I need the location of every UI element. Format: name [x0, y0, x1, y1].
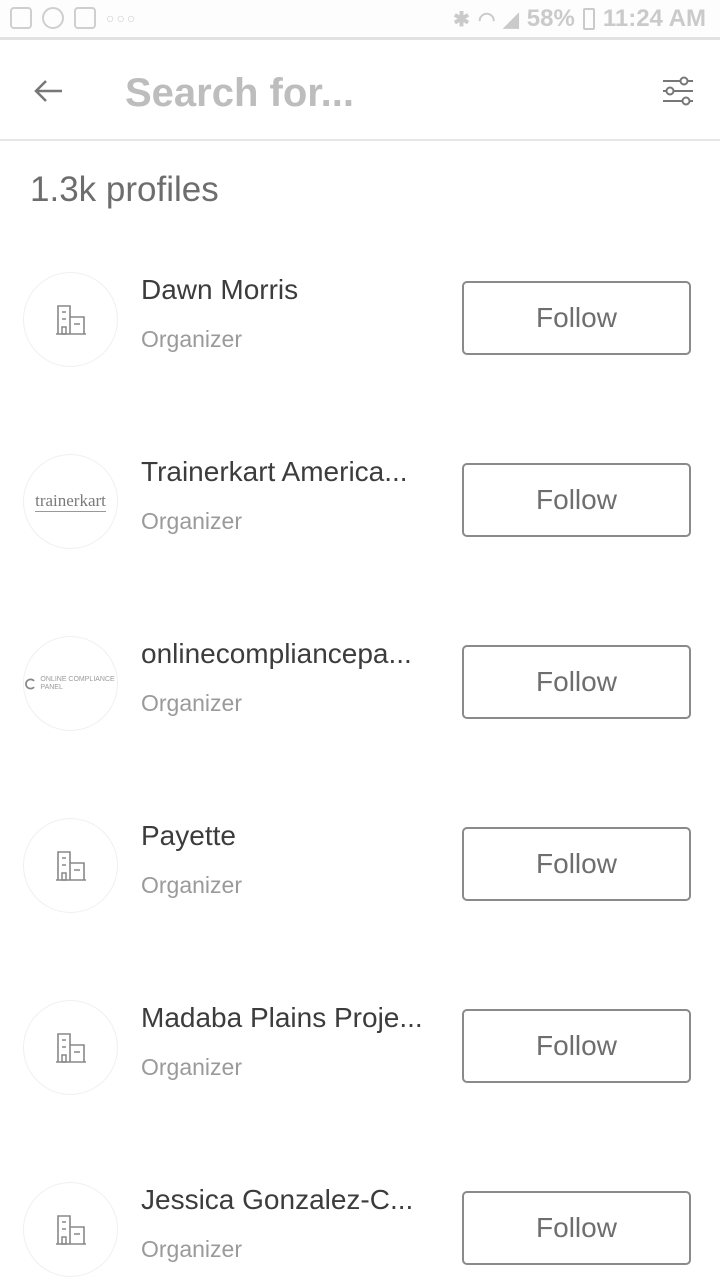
- follow-button[interactable]: Follow: [462, 1191, 691, 1265]
- profile-role: Organizer: [141, 690, 242, 716]
- profile-role: Organizer: [141, 508, 242, 534]
- building-icon: [55, 304, 86, 335]
- follow-button[interactable]: Follow: [462, 1009, 691, 1083]
- online-compliance-panel-logo: ONLINE COMPLIANCE PANEL: [24, 676, 117, 692]
- follow-button[interactable]: Follow: [462, 281, 691, 355]
- battery-percent: 58%: [526, 5, 575, 32]
- more-notifications-icon: ○○○: [106, 10, 138, 26]
- profile-role: Organizer: [141, 872, 242, 898]
- signal-icon: ◢: [503, 8, 519, 31]
- avatar: [23, 1182, 118, 1277]
- bluetooth-icon: ✱: [453, 8, 470, 31]
- profile-name: Dawn Morris: [141, 274, 299, 305]
- avatar: [23, 272, 118, 367]
- wifi-icon: ◠: [477, 8, 496, 31]
- results-count: 1.3k profiles: [30, 170, 219, 209]
- filter-button[interactable]: [660, 73, 696, 109]
- follow-button[interactable]: Follow: [462, 827, 691, 901]
- building-icon: [55, 1214, 86, 1245]
- building-icon: [55, 850, 86, 881]
- battery-icon: [582, 8, 595, 30]
- compliance-swirl-icon: [25, 678, 35, 689]
- profile-name: onlinecompliancepa...: [141, 638, 412, 669]
- profile-item[interactable]: ONLINE COMPLIANCE PANEL onlinecompliance…: [0, 592, 720, 774]
- profile-item[interactable]: Dawn Morris Organizer Follow: [0, 228, 720, 410]
- avatar: ONLINE COMPLIANCE PANEL: [23, 636, 118, 731]
- ocp-logo-text: ONLINE COMPLIANCE PANEL: [40, 675, 115, 691]
- image-notification-icon: [10, 7, 32, 29]
- profile-name: Jessica Gonzalez-C...: [141, 1184, 414, 1215]
- profile-item[interactable]: Madaba Plains Proje... Organizer Follow: [0, 956, 720, 1138]
- system-indicators: ✱ ◠ ◢ 58% 11:24 AM: [453, 5, 706, 33]
- search-input[interactable]: [125, 67, 625, 119]
- status-bar: ○○○ ✱ ◠ ◢ 58% 11:24 AM: [0, 0, 720, 40]
- notification-icons: ○○○: [10, 7, 137, 29]
- building-icon: [55, 1032, 86, 1063]
- profile-item[interactable]: Payette Organizer Follow: [0, 774, 720, 956]
- search-header: [0, 43, 720, 141]
- profile-role: Organizer: [141, 326, 242, 352]
- profile-item[interactable]: trainerkart Trainerkart America... Organ…: [0, 410, 720, 592]
- clock: 11:24 AM: [602, 5, 706, 32]
- profile-role: Organizer: [141, 1054, 242, 1080]
- avatar: trainerkart: [23, 454, 118, 549]
- follow-button[interactable]: Follow: [462, 645, 691, 719]
- check-notification-icon: [74, 7, 96, 29]
- profile-role: Organizer: [141, 1236, 242, 1262]
- profile-name: Payette: [141, 820, 236, 851]
- avatar: [23, 818, 118, 913]
- profile-name: Trainerkart America...: [141, 456, 408, 487]
- back-arrow-icon: [34, 80, 62, 102]
- filter-sliders-icon: [663, 76, 693, 106]
- follow-button[interactable]: Follow: [462, 463, 691, 537]
- back-button[interactable]: [28, 71, 68, 111]
- avatar: [23, 1000, 118, 1095]
- profile-name: Madaba Plains Proje...: [141, 1002, 423, 1033]
- trainerkart-logo: trainerkart: [35, 491, 106, 512]
- profile-list: Dawn Morris Organizer Follow trainerkart…: [0, 228, 720, 1280]
- pinwheel-notification-icon: [42, 7, 64, 29]
- profile-item[interactable]: Jessica Gonzalez-C... Organizer Follow: [0, 1138, 720, 1280]
